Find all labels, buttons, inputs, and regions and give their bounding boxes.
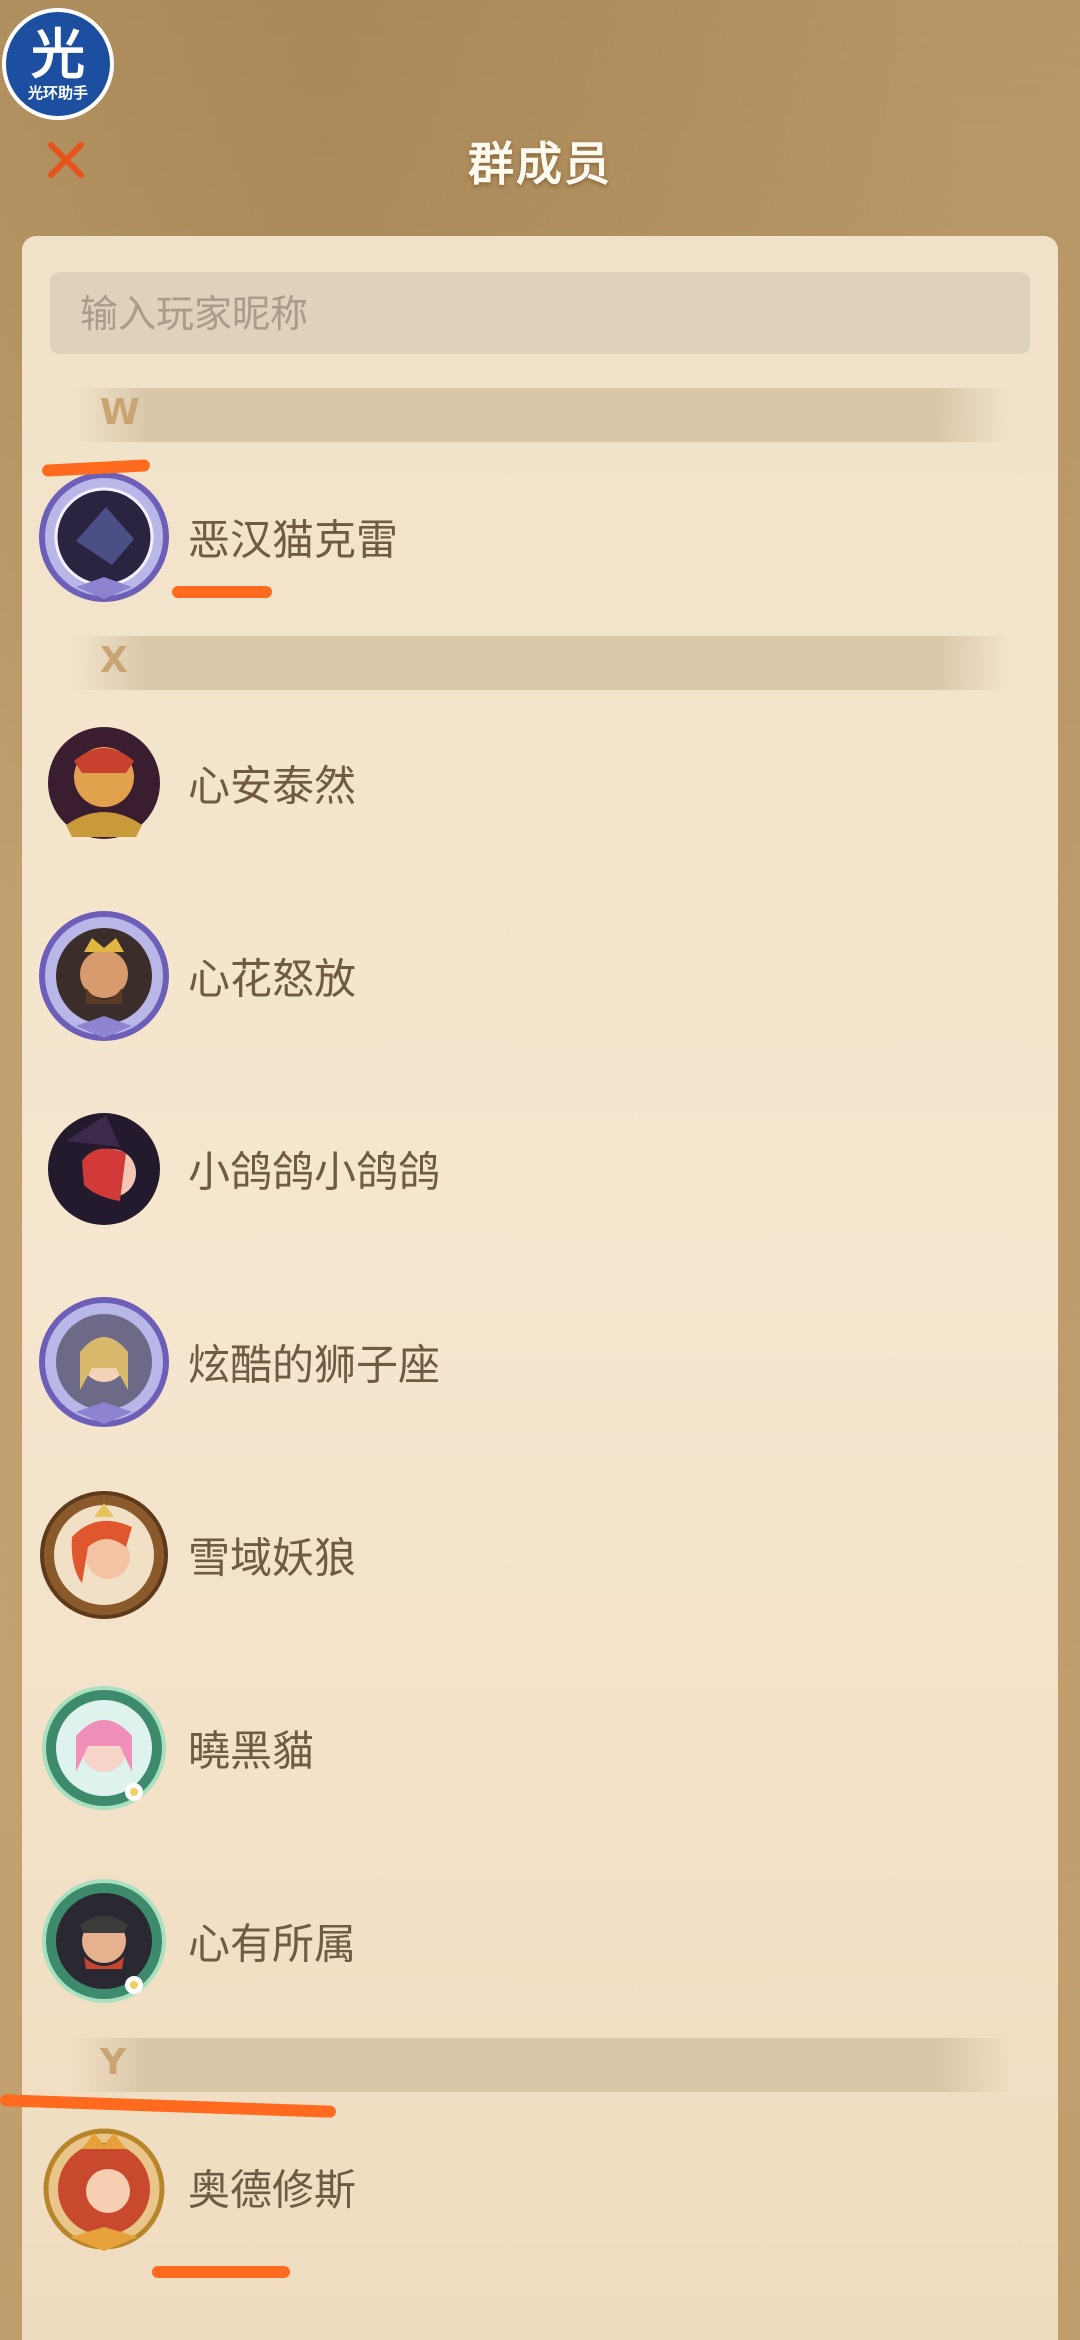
section-letter: Y xyxy=(100,2042,127,2083)
list-item[interactable]: 雪域妖狼 xyxy=(22,1480,1058,1630)
member-name: 心有所属 xyxy=(188,1919,357,1969)
section-letter: X xyxy=(100,640,128,681)
member-name: 小鸽鸽小鸽鸽 xyxy=(188,1147,441,1197)
member-name: 炫酷的狮子座 xyxy=(188,1340,441,1390)
member-name: 恶汉猫克雷 xyxy=(188,515,399,565)
search-box[interactable] xyxy=(50,272,1034,356)
member-avatar xyxy=(40,1491,168,1619)
section-header-w: W xyxy=(72,388,1012,442)
annotation-stroke xyxy=(172,586,272,598)
list-item[interactable]: 炫酷的狮子座 xyxy=(22,1287,1058,1437)
member-avatar xyxy=(42,1879,166,2003)
section-header-x: X xyxy=(72,636,1012,690)
annotation-stroke xyxy=(152,2266,290,2278)
section-header-y: Y xyxy=(72,2038,1012,2092)
member-name: 心安泰然 xyxy=(188,761,357,811)
member-list-panel[interactable]: W 恶汉猫克雷 X 心安泰然 心花怒放 xyxy=(22,236,1058,2340)
member-avatar xyxy=(43,2128,165,2251)
member-avatar xyxy=(48,727,160,839)
logo-label: 光环助手 xyxy=(23,84,92,102)
member-name: 雪域妖狼 xyxy=(188,1533,357,1583)
list-item[interactable]: 心有所属 xyxy=(22,1866,1058,2016)
member-avatar xyxy=(42,1686,166,1810)
member-avatar xyxy=(39,911,169,1041)
list-item[interactable]: 心安泰然 xyxy=(22,708,1058,858)
search-input[interactable] xyxy=(78,272,1034,356)
member-avatar xyxy=(48,1113,160,1225)
list-item[interactable]: 小鸽鸽小鸽鸽 xyxy=(22,1094,1058,1244)
member-avatar xyxy=(39,1297,169,1427)
member-name: 曉黑貓 xyxy=(188,1726,315,1776)
section-letter: W xyxy=(100,392,140,433)
logo-char: 光 xyxy=(31,23,85,86)
list-item[interactable]: 心花怒放 xyxy=(22,901,1058,1051)
member-avatar xyxy=(39,472,169,602)
app-watermark-logo: 光 光环助手 xyxy=(2,8,114,120)
list-item[interactable]: 曉黑貓 xyxy=(22,1673,1058,1823)
member-name: 奥德修斯 xyxy=(188,2165,357,2215)
list-item[interactable]: 奥德修斯 xyxy=(22,2112,1058,2262)
member-name: 心花怒放 xyxy=(188,954,357,1004)
page-title: 群成员 xyxy=(468,137,612,191)
